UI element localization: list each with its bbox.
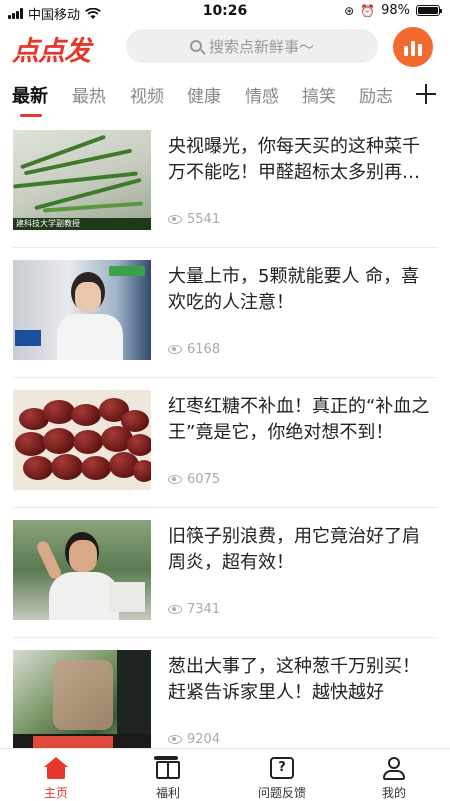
red-date: [81, 456, 111, 480]
view-count-value: 9204: [187, 732, 221, 747]
interview-photo: [13, 260, 151, 360]
red-date: [73, 430, 103, 454]
article-title[interactable]: 葱出大事了，这种葱千万别买！赶紧告诉家里人！越快越好: [168, 654, 436, 706]
view-count: 6075: [168, 472, 220, 487]
tab-hot[interactable]: 最热: [72, 82, 106, 107]
gift-icon: [154, 756, 180, 779]
scallion-photo: [13, 650, 151, 748]
article-title[interactable]: 大量上市，5颗就能要人 命，喜欢吃的人注意！: [168, 264, 436, 316]
list-item[interactable]: 红枣红糖不补血！真正的“补血之王”竟是它，你绝对想不到！ 6075: [0, 378, 450, 508]
red-date: [43, 428, 75, 454]
view-count-value: 6168: [187, 342, 221, 357]
red-date: [23, 456, 53, 480]
thumb-caption: 建科技大学副教授: [13, 218, 151, 230]
tab-health[interactable]: 健康: [187, 82, 221, 107]
active-tab-indicator: [20, 114, 42, 117]
nav-label: 主页: [43, 786, 68, 800]
search-bar[interactable]: 搜索点新鲜事～: [126, 29, 378, 63]
home-icon: [44, 757, 68, 779]
bottom-navigation: 主页 福利 ? 问题反馈 我的: [0, 748, 450, 801]
tab-latest[interactable]: 最新: [12, 82, 48, 108]
add-category-icon[interactable]: [414, 82, 438, 106]
nav-feedback[interactable]: ? 问题反馈: [226, 749, 338, 801]
red-dates-photo: [13, 390, 151, 490]
ranking-chart-button[interactable]: [393, 27, 433, 67]
tab-inspiration[interactable]: 励志: [359, 82, 393, 107]
nav-home[interactable]: 主页: [0, 749, 112, 801]
category-tabs: 最新 最热 视频 健康 情感 搞笑 励志 教育: [0, 78, 450, 118]
red-date: [71, 404, 101, 426]
search-icon: [189, 40, 202, 52]
view-count: 9204: [168, 732, 220, 747]
question-icon: ?: [270, 757, 294, 779]
eye-icon: [168, 215, 182, 224]
list-item[interactable]: 葱出大事了，这种葱千万别买！赶紧告诉家里人！越快越好 9204: [0, 638, 450, 748]
vegetable-photo: 建科技大学副教授: [13, 130, 151, 230]
app-logo: 点点发: [12, 36, 91, 67]
list-item[interactable]: 建科技大学副教授 央视曝光，你每天买的这种菜千万不能吃！甲醛超标太多别再买了 5…: [0, 118, 450, 248]
battery-fill: [418, 7, 438, 14]
eye-icon: [168, 605, 182, 614]
red-date: [51, 454, 83, 480]
article-title[interactable]: 央视曝光，你每天买的这种菜千万不能吃！甲醛超标太多别再买了: [168, 134, 436, 186]
red-date: [133, 460, 151, 482]
nav-label: 福利: [155, 786, 180, 800]
eye-icon: [168, 345, 182, 354]
bar-chart-icon: [404, 46, 408, 56]
status-bar: 中国移动 10:26 ⊛ ⏰ 98%: [0, 0, 450, 24]
alarm-icon: ⏰: [360, 3, 376, 18]
battery-percent: 98%: [381, 3, 410, 18]
article-title[interactable]: 旧筷子别浪费，用它竟治好了肩周炎，超有效！: [168, 524, 436, 576]
nav-label: 问题反馈: [257, 786, 306, 800]
tab-funny[interactable]: 搞笑: [302, 82, 336, 107]
view-count: 7341: [168, 602, 220, 617]
user-icon: [382, 757, 406, 780]
list-item[interactable]: 旧筷子别浪费，用它竟治好了肩周炎，超有效！ 7341: [0, 508, 450, 638]
nav-welfare[interactable]: 福利: [112, 749, 224, 801]
view-count-value: 6075: [187, 472, 221, 487]
app-header: 点点发 搜索点新鲜事～: [0, 26, 450, 70]
tab-video[interactable]: 视频: [130, 82, 164, 107]
article-title[interactable]: 红枣红糖不补血！真正的“补血之王”竟是它，你绝对想不到！: [168, 394, 436, 446]
nav-profile[interactable]: 我的: [338, 749, 450, 801]
list-item[interactable]: 大量上市，5颗就能要人 命，喜欢吃的人注意！ 6168: [0, 248, 450, 378]
view-count: 6168: [168, 342, 220, 357]
nav-label: 我的: [381, 786, 406, 800]
view-count-value: 5541: [187, 212, 221, 227]
search-placeholder: 搜索点新鲜事～: [208, 37, 314, 56]
red-date: [43, 400, 75, 424]
view-count: 5541: [168, 212, 220, 227]
orientation-lock-icon: ⊛: [344, 3, 355, 18]
status-right: ⊛ ⏰ 98%: [344, 3, 442, 18]
man-exercise-photo: [13, 520, 151, 620]
battery-icon: [416, 5, 442, 16]
tab-emotion[interactable]: 情感: [245, 82, 279, 107]
view-count-value: 7341: [187, 602, 221, 617]
eye-icon: [168, 475, 182, 484]
news-feed[interactable]: 建科技大学副教授 央视曝光，你每天买的这种菜千万不能吃！甲醛超标太多别再买了 5…: [0, 118, 450, 748]
red-date: [15, 432, 47, 456]
eye-icon: [168, 735, 182, 744]
